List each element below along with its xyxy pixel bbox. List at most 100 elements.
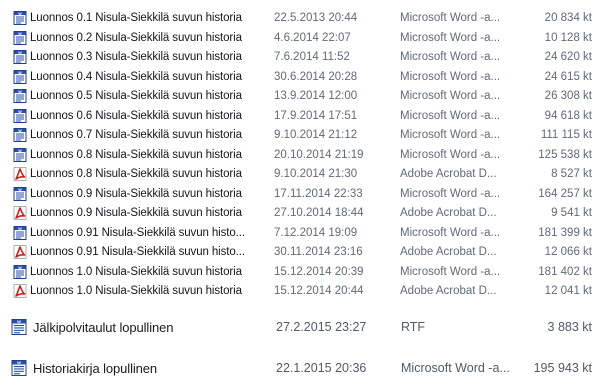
file-name: Historiakirja lopullinen [33,360,158,376]
svg-text:W: W [17,360,21,365]
list-item[interactable]: Luonnos 0.9 Nisula-Siekkilä suvun histor… [0,203,600,223]
file-date: 30.11.2014 23:16 [274,246,363,258]
word-doc-icon: W [13,11,27,25]
list-item[interactable]: W Luonnos 0.6 Nisula-Siekkilä suvun hist… [0,106,600,126]
file-list: W Luonnos 0.1 Nisula-Siekkilä suvun hist… [0,0,600,391]
file-size: 9 541 kt [551,207,592,219]
svg-text:W: W [18,109,22,113]
file-size: 8 527 kt [551,168,592,180]
file-name: Luonnos 0.9 Nisula-Siekkilä suvun histor… [30,207,242,219]
file-date: 22.1.2015 20:36 [276,361,367,375]
svg-text:W: W [18,187,22,191]
pdf-icon [13,167,27,181]
word-doc-icon: W [13,108,27,123]
file-name: Luonnos 0.3 Nisula-Siekkilä suvun histor… [30,51,242,63]
list-item[interactable]: W Luonnos 0.91 Nisula-Siekkilä suvun his… [0,223,600,243]
file-type: Microsoft Word -a... [400,109,501,122]
file-date: 17.11.2014 22:33 [274,187,363,200]
file-type: Microsoft Word -a... [400,51,501,63]
file-size: 12 041 kt [544,285,592,297]
file-type: Microsoft Word -a... [400,12,501,24]
file-name: Luonnos 0.5 Nisula-Siekkilä suvun histor… [30,90,242,102]
file-type: Microsoft Word -a... [400,265,501,278]
svg-text:W: W [18,129,22,133]
file-type: Microsoft Word -a... [400,226,501,239]
pdf-icon [13,206,27,220]
file-type: Microsoft Word -a... [400,148,501,161]
file-date: 7.12.2014 19:09 [274,226,358,239]
word-doc-icon: W [11,360,27,376]
svg-text:W: W [17,319,21,324]
svg-text:W: W [18,90,22,94]
list-item[interactable]: Luonnos 1.0 Nisula-Siekkilä suvun histor… [0,281,600,301]
list-item[interactable]: Luonnos 0.91 Nisula-Siekkilä suvun histo… [0,242,600,262]
file-date: 30.6.2014 20:28 [274,70,358,83]
file-name: Luonnos 0.8 Nisula-Siekkilä suvun histor… [30,168,242,180]
list-item[interactable]: W Luonnos 0.5 Nisula-Siekkilä suvun hist… [0,86,600,106]
list-item[interactable]: W Luonnos 0.9 Nisula-Siekkilä suvun hist… [0,184,600,204]
svg-text:W: W [18,265,22,269]
file-name: Luonnos 1.0 Nisula-Siekkilä suvun histor… [30,265,242,278]
list-item[interactable]: W Luonnos 0.7 Nisula-Siekkilä suvun hist… [0,125,600,145]
word-doc-icon: W [13,225,27,240]
list-item[interactable]: W Historiakirja lopullinen 22.1.2015 20:… [0,356,600,380]
svg-text:W: W [18,12,22,16]
rtf-doc-icon: W [11,319,27,335]
file-type: Microsoft Word -a... [400,129,501,141]
file-size: 125 538 kt [538,148,592,161]
file-size: 3 883 kt [547,320,592,334]
file-size: 111 115 kt [540,129,592,141]
file-size: 195 943 kt [533,361,592,375]
list-item[interactable]: W Luonnos 0.3 Nisula-Siekkilä suvun hist… [0,47,600,67]
file-type: RTF [401,320,426,334]
list-item[interactable]: W Luonnos 0.2 Nisula-Siekkilä suvun hist… [0,28,600,48]
word-doc-icon: W [13,69,27,84]
file-date: 22.5.2013 20:44 [274,12,358,24]
word-doc-icon: W [13,147,27,162]
word-doc-icon: W [13,264,27,279]
file-size: 20 834 kt [544,12,592,24]
file-date: 15.12.2014 20:39 [274,265,364,278]
svg-text:W: W [18,226,22,230]
pdf-icon [13,245,27,259]
file-name: Luonnos 0.4 Nisula-Siekkilä suvun histor… [30,70,242,83]
file-type: Adobe Acrobat D... [400,246,497,258]
svg-text:W: W [18,31,22,35]
file-name: Jälkipolvitaulut lopullinen [33,319,174,335]
list-item[interactable]: W Luonnos 0.4 Nisula-Siekkilä suvun hist… [0,67,600,87]
file-name: Luonnos 0.6 Nisula-Siekkilä suvun histor… [30,109,242,122]
file-size: 10 128 kt [544,31,592,44]
svg-text:W: W [18,70,22,74]
file-type: Microsoft Word -a... [400,187,501,200]
file-size: 164 257 kt [538,187,592,200]
word-doc-icon: W [13,50,27,64]
file-type: Microsoft Word -a... [400,70,501,83]
list-item[interactable]: Luonnos 0.8 Nisula-Siekkilä suvun histor… [0,164,600,184]
file-name: Luonnos 0.91 Nisula-Siekkilä suvun histo… [30,226,245,239]
file-size: 181 399 kt [538,226,592,239]
file-size: 94 618 kt [544,109,592,122]
file-date: 9.10.2014 21:30 [274,168,358,180]
pdf-icon [13,284,27,298]
list-item[interactable]: W Luonnos 0.8 Nisula-Siekkilä suvun hist… [0,145,600,165]
word-doc-icon: W [13,128,27,142]
svg-text:W: W [18,51,22,55]
file-date: 27.2.2015 23:27 [276,320,367,334]
list-item[interactable]: W Jälkipolvitaulut lopullinen 27.2.2015 … [0,315,600,339]
file-name: Luonnos 0.9 Nisula-Siekkilä suvun histor… [30,187,242,200]
file-type: Microsoft Word -a... [400,31,501,44]
file-type: Adobe Acrobat D... [400,207,497,219]
file-date: 17.9.2014 17:51 [274,109,358,122]
list-item[interactable]: W Luonnos 0.1 Nisula-Siekkilä suvun hist… [0,8,600,28]
file-date: 7.6.2014 11:52 [274,51,350,63]
word-doc-icon: W [13,89,27,103]
file-name: Luonnos 0.7 Nisula-Siekkilä suvun histor… [30,129,242,141]
file-name: Luonnos 0.1 Nisula-Siekkilä suvun histor… [30,12,242,24]
file-type: Microsoft Word -a... [400,90,501,102]
file-name: Luonnos 0.91 Nisula-Siekkilä suvun histo… [30,246,245,258]
file-size: 12 066 kt [544,246,592,258]
file-size: 181 402 kt [538,265,592,278]
file-size: 24 615 kt [544,70,592,83]
file-name: Luonnos 0.2 Nisula-Siekkilä suvun histor… [30,31,242,44]
list-item[interactable]: W Luonnos 1.0 Nisula-Siekkilä suvun hist… [0,262,600,282]
